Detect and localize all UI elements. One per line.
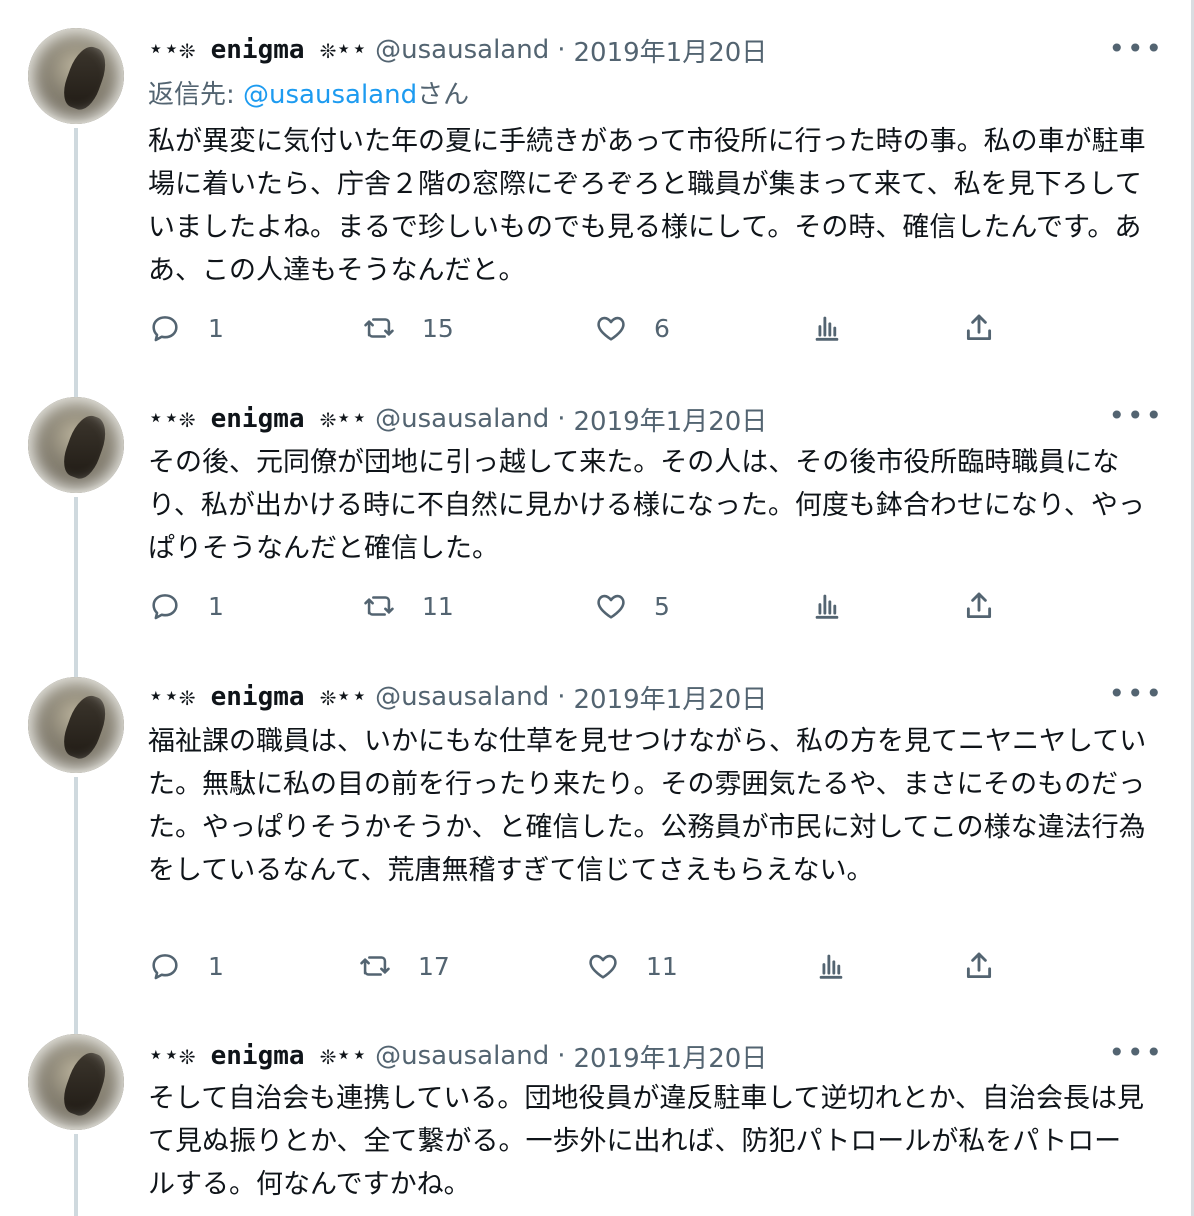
like-icon (589, 954, 617, 979)
tweet-date[interactable]: 2019年1月20日 (573, 401, 767, 438)
reply-to: 返信先: @usausalandさん (148, 74, 469, 111)
tweet-actions: 1 17 11 (148, 949, 1008, 989)
more-icon[interactable]: ••• (1108, 399, 1164, 432)
tweet-actions: 1 15 6 (148, 311, 1008, 351)
like-button[interactable]: 6 (594, 311, 670, 345)
tweet-header: ⋆⋆❊ enigma ❊⋆⋆ @usausaland · 2019年1月20日 (148, 677, 767, 717)
author-name[interactable]: ⋆⋆❊ enigma ❊⋆⋆ (148, 1041, 367, 1071)
tweet-header: ⋆⋆❊ enigma ❊⋆⋆ @usausaland · 2019年1月20日 (148, 30, 767, 70)
more-icon[interactable]: ••• (1108, 1036, 1164, 1069)
more-icon[interactable]: ••• (1108, 32, 1164, 65)
analytics-button[interactable] (814, 949, 848, 983)
avatar[interactable] (28, 397, 124, 493)
thread-line (74, 385, 78, 397)
like-icon (597, 594, 625, 619)
tweet-text: その後、元同僚が団地に引っ越して来た。その人は、その後市役所臨時職員になり、私が… (148, 447, 1145, 564)
separator: · (557, 682, 566, 712)
thread-line (74, 777, 78, 1022)
reply-count: 1 (208, 313, 224, 343)
reply-icon (152, 316, 178, 342)
separator: · (557, 1041, 566, 1071)
tweet[interactable]: ⋆⋆❊ enigma ❊⋆⋆ @usausaland · 2019年1月20日 … (0, 1022, 1190, 1216)
like-count: 6 (654, 313, 670, 343)
retweet-button[interactable]: 17 (358, 949, 450, 983)
author-name[interactable]: ⋆⋆❊ enigma ❊⋆⋆ (148, 404, 367, 434)
retweet-count: 15 (422, 313, 454, 343)
reply-to-label: 返信先: (148, 80, 244, 110)
analytics-icon (815, 594, 839, 619)
thread-line (74, 497, 78, 665)
author-handle[interactable]: @usausaland (375, 1041, 549, 1071)
thread-line (74, 128, 78, 385)
analytics-icon (815, 316, 839, 341)
like-button[interactable]: 5 (594, 589, 670, 623)
retweet-count: 11 (422, 591, 454, 621)
like-button[interactable]: 11 (586, 949, 678, 983)
tweet-actions: 1 11 5 (148, 589, 1008, 629)
separator: · (557, 404, 566, 434)
author-name[interactable]: ⋆⋆❊ enigma ❊⋆⋆ (148, 35, 367, 65)
avatar[interactable] (28, 1034, 124, 1130)
more-icon[interactable]: ••• (1108, 677, 1164, 710)
retweet-icon (364, 318, 394, 338)
tweet[interactable]: ⋆⋆❊ enigma ❊⋆⋆ @usausaland · 2019年1月20日 … (0, 0, 1190, 385)
analytics-button[interactable] (810, 311, 844, 345)
thread-line (74, 665, 78, 677)
share-icon (966, 952, 992, 979)
retweet-button[interactable]: 11 (362, 589, 454, 623)
share-icon (966, 314, 992, 341)
thread-line (74, 1022, 78, 1034)
tweet-date[interactable]: 2019年1月20日 (573, 32, 767, 69)
tweet-text: 福祉課の職員は、いかにもな仕草を見せつけながら、私の方を見てニヤニヤしていた。無… (148, 726, 1147, 886)
reply-to-mention[interactable]: @usausaland (243, 80, 417, 110)
reply-count: 1 (208, 951, 224, 981)
separator: · (557, 35, 566, 65)
reply-icon (152, 594, 178, 620)
share-button[interactable] (962, 949, 996, 983)
author-handle[interactable]: @usausaland (375, 404, 549, 434)
analytics-icon (819, 954, 843, 979)
author-handle[interactable]: @usausaland (375, 35, 549, 65)
avatar[interactable] (28, 677, 124, 773)
tweet-header: ⋆⋆❊ enigma ❊⋆⋆ @usausaland · 2019年1月20日 (148, 399, 767, 439)
like-count: 11 (646, 951, 678, 981)
avatar[interactable] (28, 28, 124, 124)
retweet-count: 17 (418, 951, 450, 981)
analytics-button[interactable] (810, 589, 844, 623)
retweet-icon (364, 596, 394, 616)
reply-button[interactable]: 1 (148, 949, 224, 983)
share-button[interactable] (962, 589, 996, 623)
tweet[interactable]: ⋆⋆❊ enigma ❊⋆⋆ @usausaland · 2019年1月20日 … (0, 385, 1190, 665)
tweet-date[interactable]: 2019年1月20日 (573, 1038, 767, 1075)
reply-button[interactable]: 1 (148, 589, 224, 623)
tweet-header: ⋆⋆❊ enigma ❊⋆⋆ @usausaland · 2019年1月20日 (148, 1036, 767, 1076)
retweet-icon (360, 956, 390, 976)
author-name[interactable]: ⋆⋆❊ enigma ❊⋆⋆ (148, 682, 367, 712)
like-count: 5 (654, 591, 670, 621)
tweet-date[interactable]: 2019年1月20日 (573, 679, 767, 716)
author-handle[interactable]: @usausaland (375, 682, 549, 712)
tweet-text: そして自治会も連携している。団地役員が違反駐車して逆切れとか、自治会長は見て見ぬ… (148, 1083, 1145, 1200)
reply-button[interactable]: 1 (148, 311, 224, 345)
tweet-thread: ⋆⋆❊ enigma ❊⋆⋆ @usausaland · 2019年1月20日 … (0, 0, 1194, 1216)
reply-to-suffix: さん (417, 80, 470, 110)
reply-count: 1 (208, 591, 224, 621)
tweet[interactable]: ⋆⋆❊ enigma ❊⋆⋆ @usausaland · 2019年1月20日 … (0, 665, 1190, 1022)
tweet-text: 私が異変に気付いた年の夏に手続きがあって市役所に行った時の事。私の車が駐車場に着… (148, 126, 1146, 286)
reply-icon (152, 954, 178, 980)
retweet-button[interactable]: 15 (362, 311, 454, 345)
like-icon (597, 316, 625, 341)
share-icon (966, 592, 992, 619)
share-button[interactable] (962, 311, 996, 345)
thread-line (74, 1134, 78, 1216)
